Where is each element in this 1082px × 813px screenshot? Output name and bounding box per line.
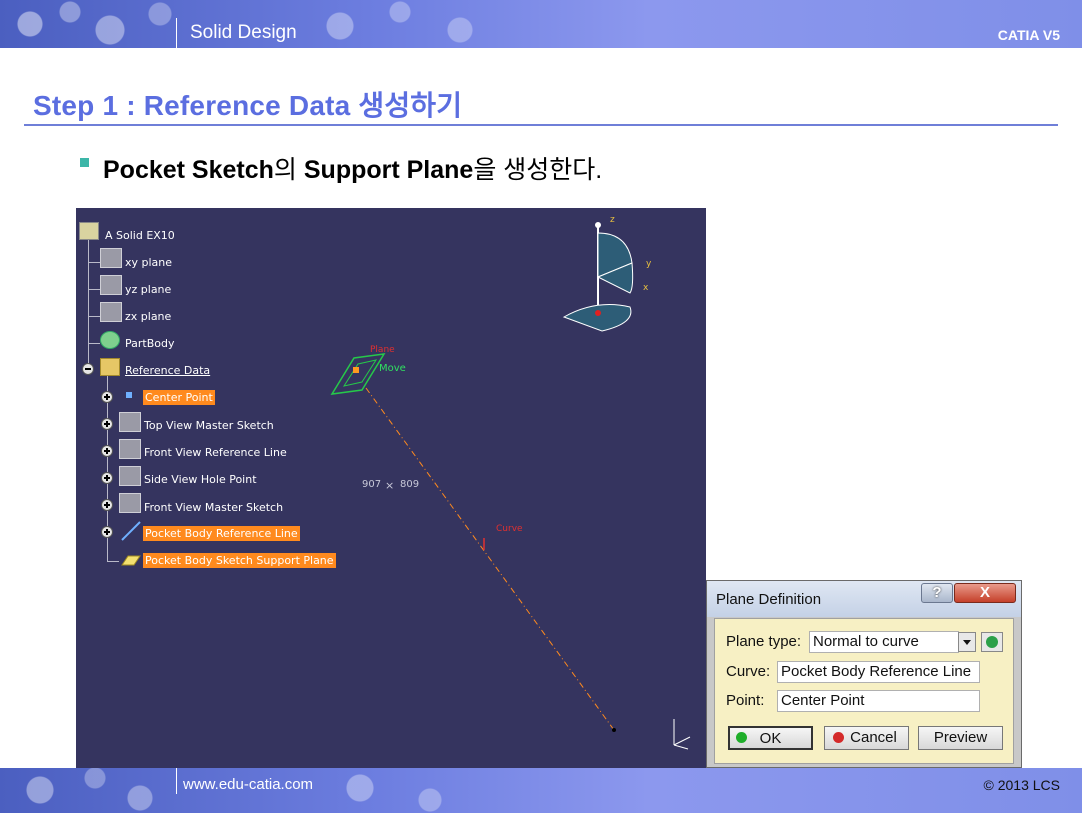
- ok-icon: [736, 732, 747, 743]
- bullet-plain-b: 의: [273, 156, 304, 184]
- bullet-bold-a: Pocket Sketch: [103, 156, 274, 184]
- cancel-icon: [833, 732, 844, 743]
- plane-type-select[interactable]: Normal to curve: [809, 631, 959, 653]
- header-divider: [176, 18, 177, 48]
- cancel-button-label: Cancel: [850, 729, 897, 746]
- bullet-icon: [80, 158, 89, 167]
- ok-button[interactable]: OK: [728, 726, 813, 750]
- preview-button[interactable]: Preview: [918, 726, 1003, 750]
- curve-label: Curve: [496, 524, 523, 534]
- help-button[interactable]: ?: [921, 583, 953, 603]
- catia-viewport[interactable]: A Solid EX10 xy plane yz plane zx plane …: [76, 208, 706, 768]
- point-field[interactable]: Center Point: [777, 690, 980, 712]
- ok-button-label: OK: [759, 730, 782, 747]
- coord-y: 809: [400, 479, 420, 490]
- bullet-bold-c: Support Plane: [303, 156, 474, 184]
- curve-field[interactable]: Pocket Body Reference Line: [777, 661, 980, 683]
- dialog-body: Plane type: Normal to curve Curve: Pocke…: [714, 618, 1014, 764]
- bullet-text: Pocket Sketch의 Support Plane을 생성한다.: [103, 150, 602, 186]
- dialog-title: Plane Definition: [716, 591, 822, 608]
- section-title: Solid Design: [190, 22, 297, 43]
- bullet-plain-d: 을 생성한다.: [473, 156, 603, 184]
- footer-divider: [176, 768, 177, 794]
- coord-separator: ×: [385, 479, 395, 492]
- point-label: Point:: [726, 692, 765, 709]
- close-button[interactable]: X: [954, 583, 1016, 603]
- brand-label: CATIA V5: [997, 27, 1060, 43]
- title-divider: [24, 124, 1058, 126]
- history-button[interactable]: [981, 632, 1003, 652]
- plane-type-label: Plane type:: [726, 633, 802, 650]
- axis-triad-icon: [673, 719, 691, 750]
- step-title: Step 1 : Reference Data 생성하기: [33, 90, 463, 121]
- slide-header: Solid Design CATIA V5: [0, 0, 1082, 48]
- slide-footer: www.edu-catia.com © 2013 LCS: [0, 768, 1082, 813]
- footer-copyright: © 2013 LCS: [983, 777, 1060, 793]
- coord-x: 907: [362, 479, 382, 490]
- chevron-down-icon[interactable]: [958, 632, 976, 652]
- plane-definition-dialog[interactable]: Plane Definition ? X Plane type: Normal …: [706, 580, 1022, 768]
- cancel-button[interactable]: Cancel: [824, 726, 909, 750]
- history-icon: [986, 636, 998, 648]
- curve-label: Curve:: [726, 663, 771, 680]
- footer-url[interactable]: www.edu-catia.com: [183, 776, 313, 793]
